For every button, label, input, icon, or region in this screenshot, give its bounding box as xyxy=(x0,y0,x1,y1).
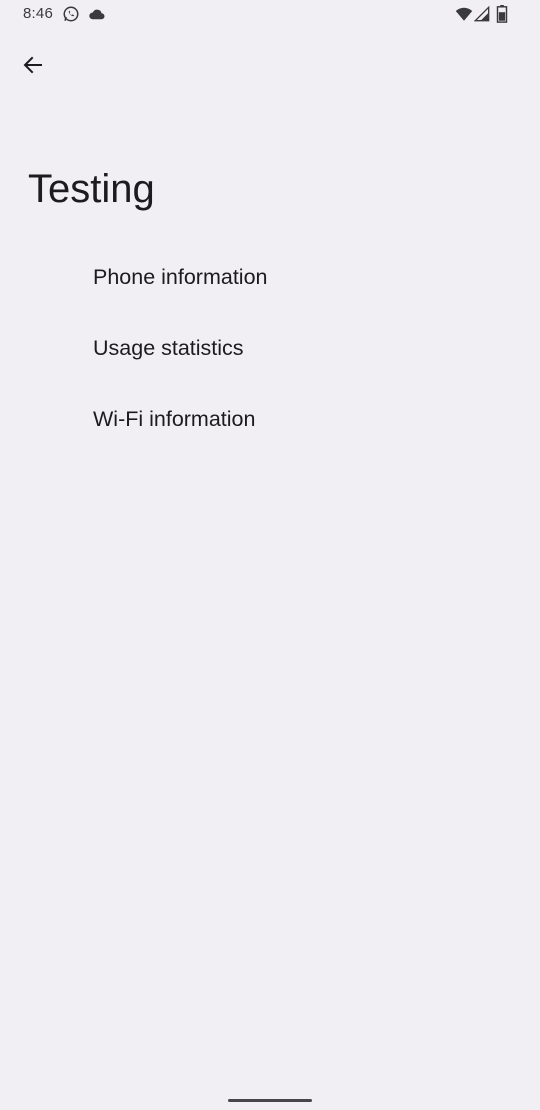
signal-icon xyxy=(474,5,490,22)
whatsapp-icon xyxy=(63,6,79,22)
status-bar: 8:46 xyxy=(0,0,540,28)
gesture-nav-bar[interactable] xyxy=(228,1099,312,1102)
arrow-back-icon xyxy=(23,56,42,74)
menu-list: Phone information Usage statistics Wi-Fi… xyxy=(0,242,540,455)
menu-item-phone-information[interactable]: Phone information xyxy=(0,242,540,313)
menu-item-label: Wi-Fi information xyxy=(93,407,256,431)
wifi-icon xyxy=(455,7,473,21)
menu-item-wifi-information[interactable]: Wi-Fi information xyxy=(0,384,540,455)
page-title: Testing xyxy=(28,167,155,211)
back-button[interactable] xyxy=(12,44,54,86)
battery-icon xyxy=(496,5,508,23)
menu-item-usage-statistics[interactable]: Usage statistics xyxy=(0,313,540,384)
cloud-icon xyxy=(89,9,105,20)
menu-item-label: Usage statistics xyxy=(93,336,244,360)
menu-item-label: Phone information xyxy=(93,265,268,289)
status-time: 8:46 xyxy=(23,5,53,22)
